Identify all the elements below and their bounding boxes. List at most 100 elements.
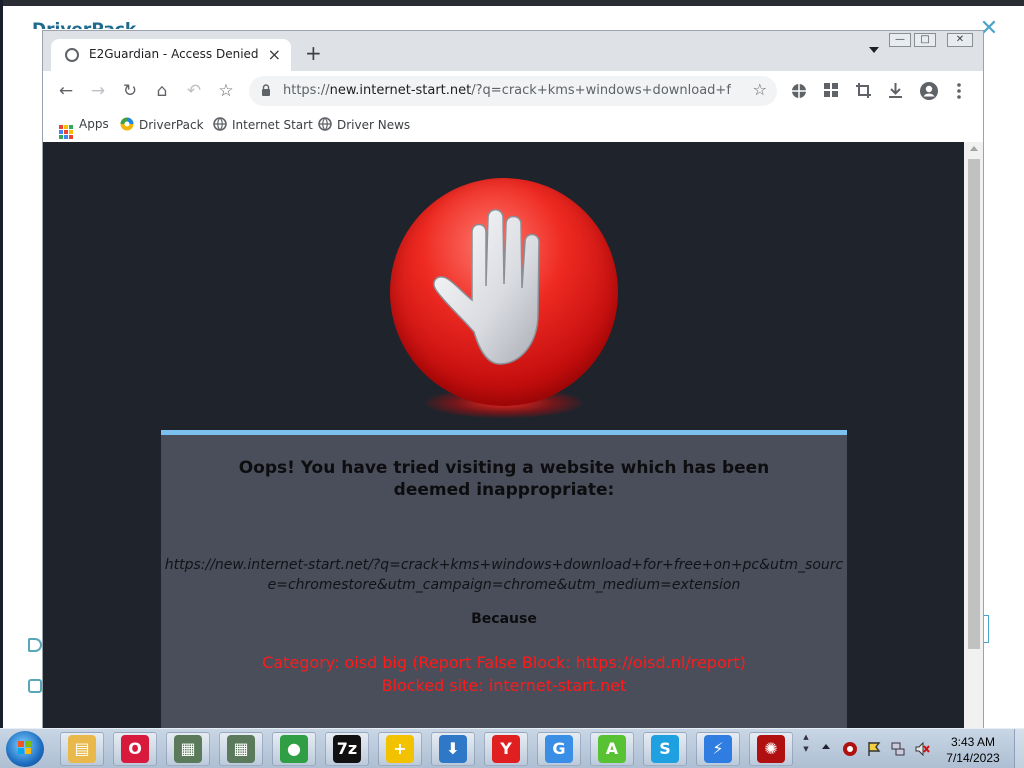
globe-icon (65, 48, 79, 62)
bookmark-label: DriverPack (139, 118, 204, 132)
url-host: new.internet-start.net (329, 83, 472, 98)
bookmark-page-star-icon[interactable]: ☆ (753, 80, 767, 99)
show-hidden-icons-arrow-icon[interactable] (822, 744, 830, 749)
globe-icon (318, 117, 332, 131)
system-clock[interactable]: 3:43 AM 7/14/2023 (938, 734, 1008, 766)
home-button[interactable]: ⌂ (150, 79, 174, 103)
url-path: /?q=crack+kms+windows+download+for... (471, 83, 731, 98)
driverpack-icon (120, 117, 134, 131)
close-window-button[interactable]: ✕ (947, 33, 973, 47)
blocked-site-line: Blocked site: internet-start.net (381, 676, 627, 695)
crop-icon[interactable] (856, 83, 871, 98)
lock-icon[interactable] (261, 84, 271, 96)
undo-button[interactable]: ↶ (182, 79, 206, 103)
tab-search-icon[interactable] (869, 47, 879, 53)
security-app-icon: ✺ (757, 735, 785, 763)
taskbar: ▤ O ▦ ▦ ● 7z + ⬇ Y G A S ⚡ ✺ ▲ ▼ 3:43 AM 7/14/2023 (0, 728, 1024, 768)
taskbar-app-security-app[interactable]: ✺ (749, 732, 793, 766)
reload-button[interactable]: ↻ (118, 79, 142, 103)
scrollbar-thumb[interactable] (968, 159, 980, 649)
tab-access-denied[interactable]: E2Guardian - Access Denied × (51, 39, 291, 71)
bookmark-internet-start[interactable]: Internet Start (213, 117, 313, 132)
taskbar-app-downloader[interactable]: ⬇ (431, 732, 475, 766)
volume-muted-icon[interactable] (914, 741, 930, 757)
back-button[interactable]: ← (54, 79, 78, 103)
grid-icon[interactable] (824, 83, 838, 97)
google-app-icon: G (545, 735, 573, 763)
desktop-left-edge (0, 0, 3, 730)
taskbar-app-yandex[interactable]: Y (484, 732, 528, 766)
new-tab-button[interactable]: + (305, 41, 322, 65)
downloader-icon: ⬇ (439, 735, 467, 763)
stop-hand-graphic (390, 178, 618, 428)
taskbar-app-opera[interactable]: O (113, 732, 157, 766)
minimize-button[interactable]: — (889, 33, 911, 47)
background-app-speaker-icon (28, 638, 42, 652)
desktop-top-strip (0, 0, 1024, 6)
clock-time: 3:43 AM (950, 735, 996, 749)
puzzle-icon[interactable] (791, 83, 807, 99)
window-app-2-icon: ▦ (227, 735, 255, 763)
bookmark-label: Internet Start (232, 118, 313, 132)
bookmark-label: Driver News (337, 118, 411, 132)
taskbar-app-google-app[interactable]: G (537, 732, 581, 766)
page-content: Oops! You have tried visiting a website … (43, 142, 964, 729)
block-reason: Category: oisd big (Report False Block: … (161, 651, 847, 697)
forward-button[interactable]: → (86, 79, 110, 103)
opera-icon: O (121, 735, 149, 763)
taskbar-app-chrome[interactable]: ● (272, 732, 316, 766)
bookmarks-bar: Apps DriverPack Internet Start Driver Ne… (43, 111, 983, 141)
block-message-panel: Oops! You have tried visiting a website … (161, 430, 847, 729)
scroll-up-arrow-icon[interactable] (970, 146, 978, 151)
browser-toolbar: ← → ↻ ⌂ ↶ ☆ https://new.internet-start.n… (43, 71, 983, 111)
start-button[interactable] (6, 731, 44, 767)
url-scheme: https:// (283, 83, 330, 98)
taskbar-app-skype[interactable]: S (643, 732, 687, 766)
skype-icon: S (651, 735, 679, 763)
profile-icon[interactable] (919, 81, 939, 101)
android-studio-icon: A (598, 735, 626, 763)
globe-icon (213, 117, 227, 131)
action-center-flag-icon[interactable] (866, 741, 882, 757)
thunder-app-icon: ⚡ (704, 735, 732, 763)
apps-grid-icon (59, 125, 73, 139)
taskbar-app-thunder-app[interactable]: ⚡ (696, 732, 740, 766)
bookmark-label: Apps (79, 117, 109, 131)
bookmark-apps[interactable]: Apps (59, 117, 109, 139)
background-app-chat-icon (28, 679, 42, 693)
bookmark-star-icon[interactable]: ☆ (214, 79, 238, 103)
bookmark-driverpack[interactable]: DriverPack (120, 117, 204, 132)
plus-app-icon: + (386, 735, 414, 763)
close-tab-icon[interactable]: × (268, 45, 281, 64)
windows-logo-icon (18, 741, 31, 754)
download-icon[interactable] (888, 82, 903, 98)
tab-title: E2Guardian - Access Denied (89, 47, 259, 61)
maximize-button[interactable]: □ (914, 33, 936, 47)
taskbar-app-explorer[interactable]: ▤ (60, 732, 104, 766)
yandex-icon: Y (492, 735, 520, 763)
taskbar-app-7zip[interactable]: 7z (325, 732, 369, 766)
7zip-icon: 7z (333, 735, 361, 763)
taskbar-app-android-studio[interactable]: A (590, 732, 634, 766)
taskbar-app-plus-app[interactable]: + (378, 732, 422, 766)
browser-window: E2Guardian - Access Denied × + — □ ✕ ← →… (42, 30, 984, 730)
network-icon[interactable] (890, 741, 906, 757)
bookmark-driver-news[interactable]: Driver News (318, 117, 410, 132)
window-app-1-icon: ▦ (174, 735, 202, 763)
block-heading: Oops! You have tried visiting a website … (238, 458, 770, 500)
clock-date: 7/14/2023 (946, 751, 1000, 765)
taskbar-app-window-app-2[interactable]: ▦ (219, 732, 263, 766)
explorer-icon: ▤ (68, 735, 96, 763)
taskbar-app-window-app-1[interactable]: ▦ (166, 732, 210, 766)
url-text[interactable]: https://new.internet-start.net/?q=crack+… (283, 83, 731, 98)
category-line: Category: oisd big (Report False Block: … (262, 653, 746, 672)
security-tray-icon[interactable] (842, 741, 858, 757)
page-scrollbar[interactable] (964, 142, 983, 729)
menu-icon[interactable] (957, 83, 961, 99)
stop-hand-icon (433, 209, 540, 365)
address-bar[interactable]: https://new.internet-start.net/?q=crack+… (249, 76, 777, 106)
blocked-url: https://new.internet-start.net/?q=crack+… (164, 557, 844, 593)
show-desktop-button[interactable] (1014, 729, 1024, 768)
because-label: Because (471, 611, 537, 627)
taskbar-scroll-buttons[interactable]: ▲ ▼ (800, 731, 812, 767)
